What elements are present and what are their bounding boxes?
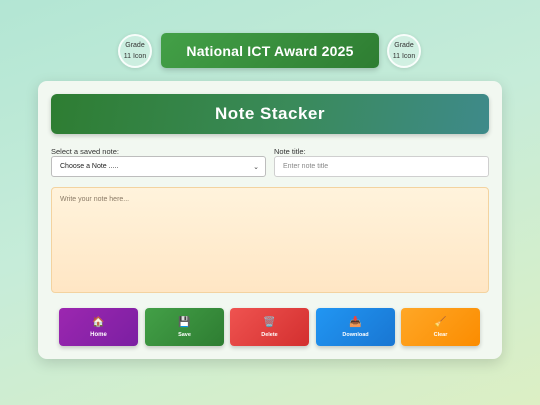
grade-badge-right-line2: 11 Icon [392,53,416,60]
home-button-label: Home [90,331,107,338]
download-button[interactable]: 📥 Download [316,308,395,346]
delete-button-label: Delete [261,331,278,338]
award-title: National ICT Award 2025 [161,33,379,68]
app-title-banner: Note Stacker [51,94,489,134]
home-button[interactable]: 🏠 Home [59,308,138,346]
grade-badge-left-line1: Grade [125,42,145,49]
save-button-label: Save [178,331,191,338]
note-title-label: Note title: [274,147,306,156]
grade-badge-right-line1: Grade [394,42,414,49]
note-title-input[interactable] [274,156,489,177]
floppy-disk-icon: 💾 [178,316,191,328]
delete-button[interactable]: 🗑️ Delete [230,308,309,346]
saved-note-select[interactable]: Choose a Note ..... ⌄ [51,156,266,177]
grade-badge-left: Grade 11 Icon [118,34,152,68]
download-button-label: Download [342,331,369,338]
note-app-card: Note Stacker Select a saved note: Choose… [38,81,502,359]
saved-note-label: Select a saved note: [51,147,119,156]
saved-note-selected-value: Choose a Note ..... [60,163,119,170]
note-body-textarea[interactable] [51,187,489,293]
grade-badge-right: Grade 11 Icon [387,34,421,68]
save-button[interactable]: 💾 Save [145,308,224,346]
download-tray-icon: 📥 [349,316,362,328]
clear-button[interactable]: 🧹 Clear [401,308,480,346]
grade-badge-left-line2: 11 Icon [123,53,147,60]
trash-icon: 🗑️ [263,316,276,328]
clear-button-label: Clear [433,331,448,338]
home-icon: 🏠 [92,316,105,328]
broom-icon: 🧹 [434,316,447,328]
chevron-down-icon: ⌄ [253,163,259,171]
